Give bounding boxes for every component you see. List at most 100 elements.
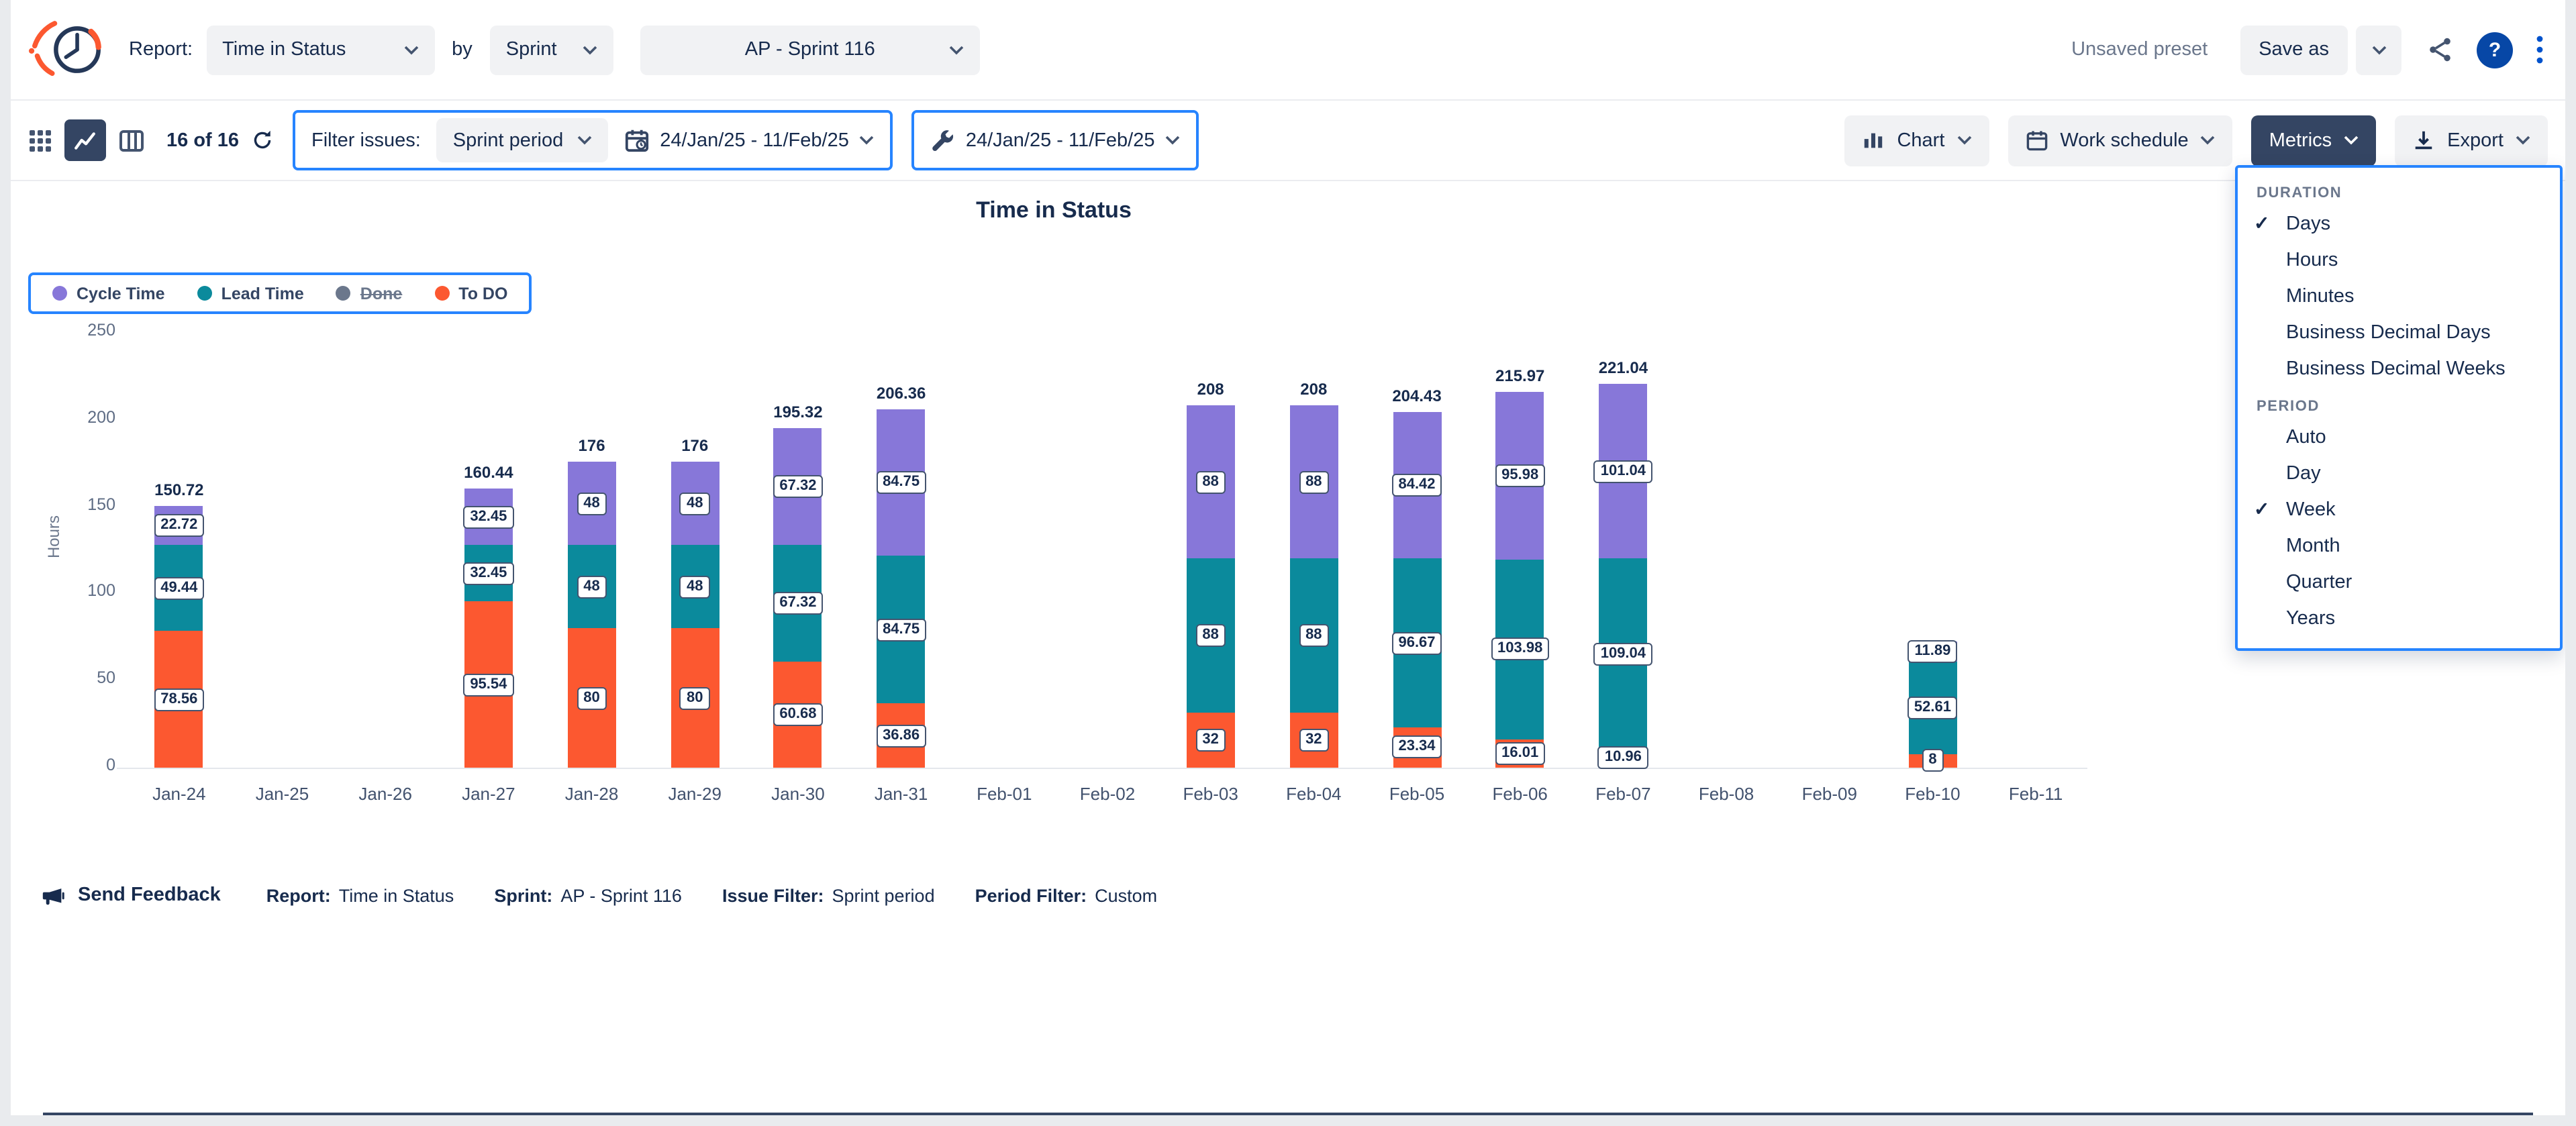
calendar-icon — [2025, 129, 2048, 152]
x-axis-label: Jan-28 — [540, 784, 644, 804]
menu-item-day[interactable]: Day — [2238, 456, 2560, 493]
menu-item-business-decimal-days[interactable]: Business Decimal Days — [2238, 315, 2560, 352]
bar-segment-to-do[interactable]: 78.56 — [155, 631, 203, 768]
bar-segment-to-do[interactable]: 32 — [1289, 712, 1338, 768]
refresh-icon[interactable] — [251, 129, 274, 152]
segment-value-label: 84.75 — [876, 619, 926, 642]
segment-value-label: 95.98 — [1495, 464, 1545, 487]
bar-segment-cycle-time[interactable]: 88 — [1187, 406, 1235, 559]
bar-total-label: 206.36 — [850, 383, 953, 402]
segment-value-label: 95.54 — [463, 673, 513, 696]
bar-segment-lead-time[interactable]: 84.75 — [877, 556, 926, 704]
metrics-menu: DURATION✓DaysHoursMinutesBusiness Decima… — [2235, 165, 2563, 651]
bar-segment-to-do[interactable]: 23.34 — [1393, 727, 1441, 768]
issue-filter-dropdown[interactable]: Sprint period — [437, 118, 607, 162]
bar-segment-cycle-time[interactable]: 84.42 — [1393, 412, 1441, 559]
bar-segment-to-do[interactable]: 80 — [568, 629, 616, 768]
timeline-view-icon[interactable] — [118, 127, 145, 154]
meta-value: Time in Status — [339, 885, 454, 905]
bar-segment-lead-time[interactable]: 67.32 — [774, 545, 822, 662]
bar-segment-cycle-time[interactable]: 48 — [671, 462, 719, 545]
sprint-period-date-dropdown[interactable]: 24/Jan/25 - 11/Feb/25 — [624, 127, 875, 153]
menu-item-years[interactable]: Years — [2238, 601, 2560, 637]
report-type-dropdown[interactable]: Time in Status — [206, 25, 434, 74]
menu-item-label: Quarter — [2286, 572, 2352, 593]
bar-total-label: 195.32 — [746, 403, 850, 421]
sprint-select-dropdown[interactable]: AP - Sprint 116 — [640, 25, 980, 74]
custom-period-dropdown[interactable]: 24/Jan/25 - 11/Feb/25 — [931, 128, 1181, 152]
bar-segment-cycle-time[interactable]: 48 — [568, 462, 616, 545]
x-axis-label: Feb-07 — [1572, 784, 1675, 804]
menu-item-days[interactable]: ✓Days — [2238, 207, 2560, 243]
save-options-button[interactable] — [2356, 25, 2401, 74]
bar-segment-lead-time[interactable]: 103.98 — [1496, 559, 1544, 740]
group-by-dropdown[interactable]: Sprint — [490, 25, 613, 74]
bar-segment-cycle-time[interactable]: 11.89 — [1908, 642, 1956, 662]
bar-segment-lead-time[interactable]: 48 — [671, 545, 719, 628]
bar-segment-to-do[interactable]: 95.54 — [464, 601, 513, 768]
chevron-down-icon — [2201, 136, 2216, 145]
bar-segment-lead-time[interactable]: 52.61 — [1908, 662, 1956, 754]
meta-value: Sprint period — [832, 885, 935, 905]
bar-segment-lead-time[interactable]: 88 — [1187, 559, 1235, 712]
segment-value-label: 48 — [577, 492, 607, 515]
segment-value-label: 48 — [680, 492, 710, 515]
bar-segment-cycle-time[interactable]: 22.72 — [155, 505, 203, 545]
menu-item-business-decimal-weeks[interactable]: Business Decimal Weeks — [2238, 352, 2560, 388]
bar-segment-cycle-time[interactable]: 95.98 — [1496, 392, 1544, 559]
bar-segment-to-do[interactable]: 32 — [1187, 712, 1235, 768]
menu-item-quarter[interactable]: Quarter — [2238, 565, 2560, 601]
x-axis-label: Jan-30 — [746, 784, 850, 804]
x-axis-label: Feb-01 — [952, 784, 1056, 804]
bar-segment-cycle-time[interactable]: 67.32 — [774, 428, 822, 545]
legend-item-cycle-time[interactable]: Cycle Time — [52, 284, 165, 303]
bar-segment-to-do[interactable]: 10.96 — [1599, 749, 1647, 768]
bar-total-label: 204.43 — [1365, 387, 1469, 405]
grid-view-icon[interactable] — [28, 128, 52, 152]
bar-segment-to-do[interactable]: 16.01 — [1496, 740, 1544, 768]
export-label: Export — [2447, 130, 2504, 151]
meta-label: Period Filter: — [975, 885, 1087, 905]
menu-item-hours[interactable]: Hours — [2238, 243, 2560, 279]
bar-total-label: 176 — [643, 436, 746, 455]
bar-segment-lead-time[interactable]: 88 — [1289, 559, 1338, 712]
segment-value-label: 52.61 — [1908, 697, 1958, 719]
menu-section-header: PERIOD — [2238, 388, 2560, 420]
export-button[interactable]: Export — [2395, 115, 2548, 166]
kebab-menu-icon[interactable] — [2536, 35, 2544, 64]
x-axis-label: Feb-08 — [1675, 784, 1778, 804]
bar-segment-to-do[interactable]: 8 — [1908, 754, 1956, 768]
bar-segment-lead-time[interactable]: 109.04 — [1599, 559, 1647, 749]
bar-segment-to-do[interactable]: 80 — [671, 629, 719, 768]
save-as-button[interactable]: Save as — [2240, 25, 2348, 74]
legend-item-done[interactable]: Done — [336, 284, 403, 303]
bar-segment-lead-time[interactable]: 32.45 — [464, 545, 513, 601]
menu-item-month[interactable]: Month — [2238, 529, 2560, 565]
legend-item-lead-time[interactable]: Lead Time — [197, 284, 304, 303]
menu-item-label: Years — [2286, 608, 2335, 629]
bar-segment-cycle-time[interactable]: 32.45 — [464, 489, 513, 545]
chart-view-icon[interactable] — [64, 119, 106, 161]
x-axis-label: Feb-02 — [1056, 784, 1159, 804]
bar-segment-cycle-time[interactable]: 84.75 — [877, 409, 926, 556]
menu-item-minutes[interactable]: Minutes — [2238, 279, 2560, 315]
send-feedback-button[interactable]: Send Feedback — [40, 882, 221, 908]
menu-item-auto[interactable]: Auto — [2238, 420, 2560, 456]
meta-label: Issue Filter: — [722, 885, 824, 905]
bar-segment-to-do[interactable]: 36.86 — [877, 703, 926, 768]
footer-period-filter-meta: Period Filter: Custom — [975, 885, 1158, 905]
chart-type-button[interactable]: Chart — [1844, 115, 1989, 166]
share-icon[interactable] — [2427, 36, 2454, 63]
work-schedule-button[interactable]: Work schedule — [2008, 115, 2232, 166]
bar-segment-lead-time[interactable]: 49.44 — [155, 545, 203, 631]
legend-item-to-do[interactable]: To DO — [434, 284, 507, 303]
bar-segment-lead-time[interactable]: 48 — [568, 545, 616, 628]
segment-value-label: 96.67 — [1391, 631, 1442, 654]
bar-segment-lead-time[interactable]: 96.67 — [1393, 559, 1441, 727]
bar-segment-cycle-time[interactable]: 101.04 — [1599, 383, 1647, 559]
metrics-button[interactable]: Metrics — [2252, 115, 2376, 166]
menu-item-week[interactable]: ✓Week — [2238, 493, 2560, 529]
bar-segment-cycle-time[interactable]: 88 — [1289, 406, 1338, 559]
help-icon[interactable]: ? — [2477, 32, 2513, 68]
bar-segment-to-do[interactable]: 60.68 — [774, 662, 822, 768]
